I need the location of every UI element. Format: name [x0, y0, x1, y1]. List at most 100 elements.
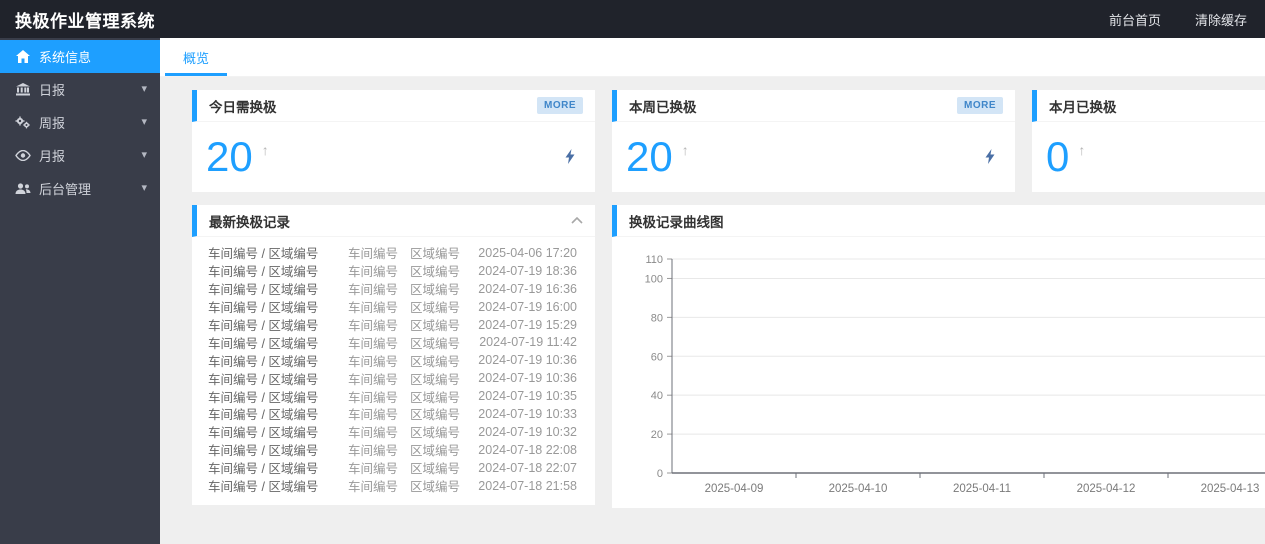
- record-row: 车间编号 / 区域编号 车间编号 区域编号 2024-07-19 16:00: [208, 298, 577, 316]
- record-name: 车间编号 / 区域编号: [208, 372, 319, 387]
- svg-text:20: 20: [651, 429, 663, 441]
- caret-down-icon: ▾: [141, 149, 147, 161]
- record-time: 2024-07-19 15:29: [478, 317, 577, 332]
- tab-overview[interactable]: 概览: [165, 38, 228, 76]
- record-time: 2024-07-19 10:36: [478, 353, 577, 368]
- record-time: 2024-07-18 22:07: [478, 460, 577, 475]
- home-icon: [14, 50, 31, 64]
- line-chart: 0 20 40 60 80 100 110 2025-04-09 2025-04-10 2025-…: [645, 254, 1265, 495]
- record-time: 2024-07-19 10:33: [478, 406, 577, 421]
- more-button[interactable]: MORE: [537, 97, 583, 114]
- record-name: 车间编号 / 区域编号: [208, 301, 319, 316]
- record-area: 区域编号: [410, 408, 461, 423]
- record-workshop: 车间编号: [348, 444, 399, 459]
- record-time: 2024-07-18 22:08: [478, 442, 577, 457]
- record-area: 区域编号: [410, 301, 461, 316]
- record-workshop: 车间编号: [348, 354, 399, 369]
- stat-value: 20: [206, 132, 253, 180]
- users-icon: [14, 182, 31, 196]
- lightning-icon: [565, 149, 575, 164]
- record-time: 2024-07-19 16:00: [478, 299, 577, 314]
- panel-title: 换极记录曲线图: [629, 214, 724, 230]
- sidebar-item-backend-admin[interactable]: 后台管理 ▾: [0, 172, 160, 205]
- record-name: 车间编号 / 区域编号: [208, 283, 319, 298]
- latest-records-panel: 最新换极记录 车间编号 / 区域编号 车间编号 区域编号 2025-04-06 …: [192, 205, 595, 505]
- caret-down-icon: ▾: [141, 116, 147, 128]
- record-workshop: 车间编号: [348, 408, 399, 423]
- record-time: 2024-07-19 18:36: [478, 263, 577, 278]
- bank-icon: [14, 83, 31, 97]
- topbar: 换极作业管理系统 前台首页 清除缓存: [0, 0, 1265, 38]
- chevron-up-icon[interactable]: [571, 217, 583, 224]
- more-button[interactable]: MORE: [957, 97, 1003, 114]
- records-list: 车间编号 / 区域编号 车间编号 区域编号 2025-04-06 17:20 车…: [192, 237, 595, 494]
- stat-card-title: 今日需换极: [209, 99, 277, 115]
- svg-text:60: 60: [651, 351, 663, 363]
- sidebar-item-daily-report[interactable]: 日报 ▾: [0, 73, 160, 106]
- record-name: 车间编号 / 区域编号: [208, 247, 319, 262]
- sidebar: 系统信息 日报 ▾ 周报 ▾ 月报 ▾ 后台管理 ▾: [0, 38, 160, 544]
- sidebar-item-monthly-report[interactable]: 月报 ▾: [0, 139, 160, 172]
- record-area: 区域编号: [410, 444, 461, 459]
- record-name: 车间编号 / 区域编号: [208, 444, 319, 459]
- panel-title: 最新换极记录: [209, 214, 290, 230]
- sidebar-item-label: 月报: [39, 149, 66, 164]
- stat-card-month: 本月已换极 MORE 0 ↑: [1032, 90, 1265, 192]
- svg-text:100: 100: [645, 273, 663, 285]
- record-area: 区域编号: [410, 462, 461, 477]
- record-time: 2024-07-19 16:36: [478, 281, 577, 296]
- lightning-icon: [985, 149, 995, 164]
- svg-text:110: 110: [645, 254, 663, 266]
- record-row: 车间编号 / 区域编号 车间编号 区域编号 2024-07-18 22:07: [208, 459, 577, 477]
- record-name: 车间编号 / 区域编号: [208, 480, 319, 495]
- caret-down-icon: ▾: [141, 182, 147, 194]
- record-row: 车间编号 / 区域编号 车间编号 区域编号 2024-07-19 10:32: [208, 423, 577, 441]
- svg-text:0: 0: [657, 468, 663, 480]
- chart-area: 0 20 40 60 80 100 110 2025-04-09 2025-04-10 2025-…: [612, 237, 1265, 508]
- record-area: 区域编号: [410, 426, 461, 441]
- record-name: 车间编号 / 区域编号: [208, 408, 319, 423]
- sidebar-item-label: 后台管理: [39, 182, 92, 197]
- clear-cache-link[interactable]: 清除缓存: [1195, 10, 1247, 29]
- record-workshop: 车间编号: [348, 390, 399, 405]
- sidebar-item-system-info[interactable]: 系统信息: [0, 40, 160, 73]
- record-workshop: 车间编号: [348, 426, 399, 441]
- record-workshop: 车间编号: [348, 265, 399, 280]
- record-row: 车间编号 / 区域编号 车间编号 区域编号 2024-07-19 10:35: [208, 387, 577, 405]
- stat-card-title: 本周已换极: [629, 99, 697, 115]
- stat-card-today: 今日需换极 MORE 20 ↑: [192, 90, 595, 192]
- content: 今日需换极 MORE 20 ↑ 本周已换极 MORE 20 ↑ 本月已换极 0 …: [160, 77, 1265, 508]
- sidebar-item-label: 系统信息: [39, 50, 92, 65]
- sidebar-item-label: 周报: [39, 116, 66, 131]
- record-workshop: 车间编号: [348, 480, 399, 495]
- up-arrow-icon: ↑: [1078, 141, 1086, 158]
- stat-value: 20: [626, 132, 673, 180]
- record-name: 车间编号 / 区域编号: [208, 390, 319, 405]
- main-area: 概览 今日需换极 MORE 20 ↑ 本周已换极 MORE 20 ↑ 本月已换极…: [160, 38, 1265, 544]
- gears-icon: [14, 116, 31, 130]
- record-name: 车间编号 / 区域编号: [208, 462, 319, 477]
- record-time: 2024-07-19 11:42: [479, 335, 577, 350]
- stat-card-title: 本月已换极: [1049, 99, 1117, 115]
- record-row: 车间编号 / 区域编号 车间编号 区域编号 2024-07-19 10:36: [208, 351, 577, 369]
- svg-text:2025-04-09: 2025-04-09: [705, 483, 764, 495]
- record-row: 车间编号 / 区域编号 车间编号 区域编号 2024-07-19 10:33: [208, 405, 577, 423]
- record-row: 车间编号 / 区域编号 车间编号 区域编号 2024-07-18 21:58: [208, 477, 577, 495]
- svg-text:80: 80: [651, 312, 663, 324]
- stat-cards-row: 今日需换极 MORE 20 ↑ 本周已换极 MORE 20 ↑ 本月已换极 0 …: [192, 90, 1265, 192]
- record-time: 2025-04-06 17:20: [478, 245, 577, 260]
- record-area: 区域编号: [410, 283, 461, 298]
- front-home-link[interactable]: 前台首页: [1109, 10, 1161, 29]
- record-workshop: 车间编号: [348, 319, 399, 334]
- record-area: 区域编号: [410, 354, 461, 369]
- record-area: 区域编号: [410, 480, 461, 495]
- record-workshop: 车间编号: [348, 336, 399, 351]
- record-area: 区域编号: [410, 372, 461, 387]
- sidebar-item-weekly-report[interactable]: 周报 ▾: [0, 106, 160, 139]
- caret-down-icon: ▾: [141, 83, 147, 95]
- record-row: 车间编号 / 区域编号 车间编号 区域编号 2024-07-19 11:42: [208, 333, 577, 351]
- tab-bar: 概览: [160, 38, 1265, 77]
- record-area: 区域编号: [410, 265, 461, 280]
- panels-row: 最新换极记录 车间编号 / 区域编号 车间编号 区域编号 2025-04-06 …: [192, 205, 1265, 508]
- sidebar-item-label: 日报: [39, 83, 66, 98]
